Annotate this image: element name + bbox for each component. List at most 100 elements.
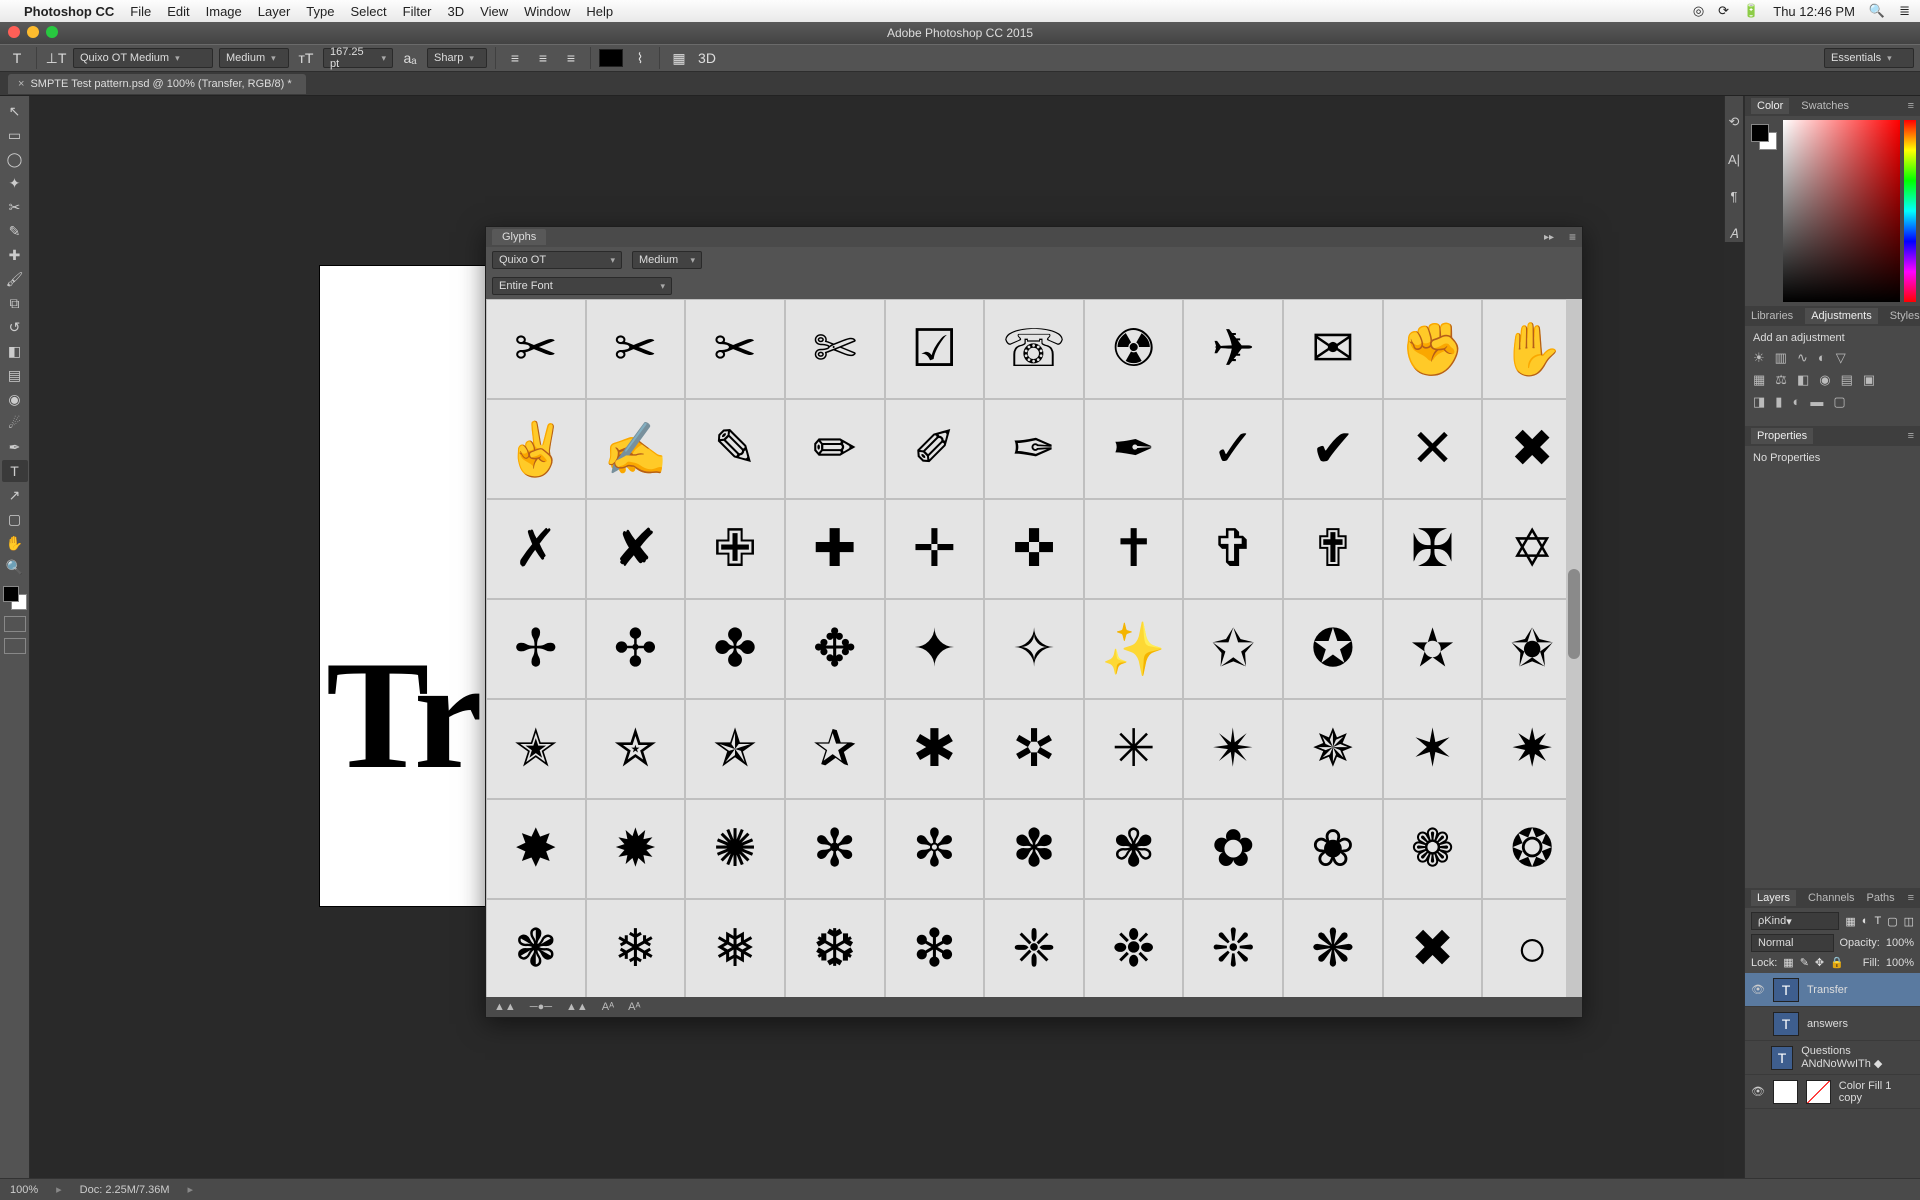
warp-text-icon[interactable]: ⌇ [629, 47, 651, 69]
glyph-cell[interactable]: ✢ [486, 599, 586, 699]
layer-thumbnail[interactable]: T [1773, 978, 1799, 1002]
font-size-select[interactable]: 167.25 pt▾ [323, 48, 393, 68]
glyphs-panel-header[interactable]: Glyphs ▸▸ ≡ [486, 227, 1582, 247]
dock-history-icon[interactable]: ⟲ [1729, 114, 1740, 130]
glyph-smaller-icon[interactable]: Aᴬ [602, 1001, 614, 1013]
adj-bw-icon[interactable]: ◧ [1797, 372, 1809, 388]
glyph-cell[interactable]: ❈ [984, 899, 1084, 997]
font-family-select[interactable]: Quixo OT Medium▾ [73, 48, 213, 68]
marquee-tool-icon[interactable]: ▭ [2, 124, 28, 146]
layer-row[interactable]: Tanswers [1745, 1007, 1920, 1041]
glyph-cell[interactable]: ❆ [785, 899, 885, 997]
zoom-popup-icon[interactable]: ▸ [56, 1183, 62, 1196]
visibility-toggle-icon[interactable]: 👁 [1751, 1085, 1765, 1098]
character-panel-icon[interactable]: ▦ [668, 47, 690, 69]
adj-levels-icon[interactable]: ▥ [1775, 350, 1787, 366]
layer-row[interactable]: TQuestions ANdNoWwITh ◆ [1745, 1041, 1920, 1075]
align-right-icon[interactable]: ≡ [560, 47, 582, 69]
glyph-cell[interactable]: ❃ [486, 899, 586, 997]
glyph-cell[interactable]: ❁ [1383, 799, 1483, 899]
menu-edit[interactable]: Edit [167, 4, 189, 19]
glyph-cell[interactable]: ✣ [586, 599, 686, 699]
glyph-cell[interactable]: ☏ [984, 299, 1084, 399]
opacity-value[interactable]: 100% [1886, 937, 1914, 949]
hand-tool-icon[interactable]: ✋ [2, 532, 28, 554]
window-zoom-button[interactable] [46, 26, 58, 38]
canvas-text-layer[interactable]: Tr [326, 626, 479, 805]
filter-smart-icon[interactable]: ◫ [1904, 915, 1914, 928]
tab-adjustments[interactable]: Adjustments [1805, 308, 1878, 324]
layer-thumbnail[interactable]: T [1771, 1046, 1793, 1070]
filter-pixel-icon[interactable]: ▦ [1845, 915, 1855, 928]
zoom-slider-icon[interactable]: ─●─ [530, 1001, 552, 1013]
adj-gradient-icon[interactable]: ▬ [1810, 394, 1823, 410]
zoom-level[interactable]: 100% [10, 1184, 38, 1196]
glyph-cell[interactable]: ✜ [984, 499, 1084, 599]
adj-vibrance-icon[interactable]: ▽ [1836, 350, 1846, 366]
glyph-cell[interactable]: ❋ [1283, 899, 1383, 997]
filter-adj-icon[interactable]: ◐ [1862, 915, 1869, 927]
color-fgbg-swatch[interactable] [1751, 124, 1777, 150]
glyph-cell[interactable]: ✶ [1383, 699, 1483, 799]
healing-tool-icon[interactable]: ✚ [2, 244, 28, 266]
zoom-out-glyphs-icon[interactable]: ▲▲ [494, 1001, 516, 1013]
glyph-cell[interactable]: ✴ [1183, 699, 1283, 799]
window-minimize-button[interactable] [27, 26, 39, 38]
menu-image[interactable]: Image [206, 4, 242, 19]
tool-preset-icon[interactable]: T [6, 47, 28, 69]
glyph-cell[interactable]: ✰ [785, 699, 885, 799]
shape-tool-icon[interactable]: ▢ [2, 508, 28, 530]
glyph-cell[interactable]: ✳ [1084, 699, 1184, 799]
glyph-cell[interactable]: ✉ [1283, 299, 1383, 399]
glyph-cell[interactable]: ✻ [785, 799, 885, 899]
adj-balance-icon[interactable]: ⚖ [1775, 372, 1787, 388]
layer-thumbnail[interactable]: T [1773, 1012, 1799, 1036]
glyph-cell[interactable]: ✞ [1183, 499, 1283, 599]
panel-menu-icon[interactable]: ≡ [1908, 892, 1914, 904]
adj-invert-icon[interactable]: ◨ [1753, 394, 1765, 410]
dock-paragraph-icon[interactable]: ¶ [1731, 189, 1738, 204]
tab-libraries[interactable]: Libraries [1751, 310, 1793, 322]
glyph-cell[interactable]: ✿ [1183, 799, 1283, 899]
filter-shape-icon[interactable]: ▢ [1887, 915, 1897, 928]
filter-type-icon[interactable]: T [1874, 915, 1881, 927]
lock-pos-icon[interactable]: ✥ [1815, 956, 1824, 969]
close-tab-icon[interactable]: × [18, 78, 24, 90]
adj-posterize-icon[interactable]: ▮ [1775, 394, 1782, 410]
glyph-cell[interactable]: ✵ [1283, 699, 1383, 799]
glyphs-font-select[interactable]: Quixo OT▾ [492, 251, 622, 269]
glyph-cell[interactable]: ✗ [486, 499, 586, 599]
glyph-cell[interactable]: ✱ [885, 699, 985, 799]
tab-paths[interactable]: Paths [1867, 892, 1895, 904]
menu-type[interactable]: Type [306, 4, 334, 19]
glyph-cell[interactable]: ✦ [885, 599, 985, 699]
status-battery-icon[interactable]: 🔋 [1743, 3, 1759, 19]
glyph-cell[interactable]: ❅ [685, 899, 785, 997]
glyphs-subset-select[interactable]: Entire Font▾ [492, 277, 672, 295]
type-tool-icon[interactable]: T [2, 460, 28, 482]
pen-tool-icon[interactable]: ✒ [2, 436, 28, 458]
glyph-cell[interactable]: ✐ [885, 399, 985, 499]
align-center-icon[interactable]: ≡ [532, 47, 554, 69]
layer-name[interactable]: Transfer [1807, 984, 1848, 996]
path-tool-icon[interactable]: ↗ [2, 484, 28, 506]
zoom-in-glyphs-icon[interactable]: ▲▲ [566, 1001, 588, 1013]
lock-pixel-icon[interactable]: ✎ [1800, 956, 1809, 969]
window-close-button[interactable] [8, 26, 20, 38]
glyph-cell[interactable]: ✮ [586, 699, 686, 799]
glyph-cell[interactable]: ✄ [785, 299, 885, 399]
glyph-cell[interactable]: ✹ [586, 799, 686, 899]
panel-menu-icon[interactable]: ≡ [1908, 100, 1914, 112]
layer-thumbnail[interactable] [1773, 1080, 1798, 1104]
glyph-cell[interactable]: ✫ [1383, 599, 1483, 699]
canvas-area[interactable]: Tr Glyphs ▸▸ ≡ Quixo OT▾ Medium▾ Entire … [30, 96, 1724, 1178]
font-style-select[interactable]: Medium▾ [219, 48, 289, 68]
glyph-cell[interactable]: ✕ [1383, 399, 1483, 499]
glyph-cell[interactable]: ❀ [1283, 799, 1383, 899]
adj-lookup-icon[interactable]: ▣ [1863, 372, 1875, 388]
eraser-tool-icon[interactable]: ◧ [2, 340, 28, 362]
glyph-cell[interactable]: ✂ [486, 299, 586, 399]
move-tool-icon[interactable]: ↖ [2, 100, 28, 122]
glyph-cell[interactable]: ☢ [1084, 299, 1184, 399]
adj-brightness-icon[interactable]: ☀ [1753, 350, 1765, 366]
